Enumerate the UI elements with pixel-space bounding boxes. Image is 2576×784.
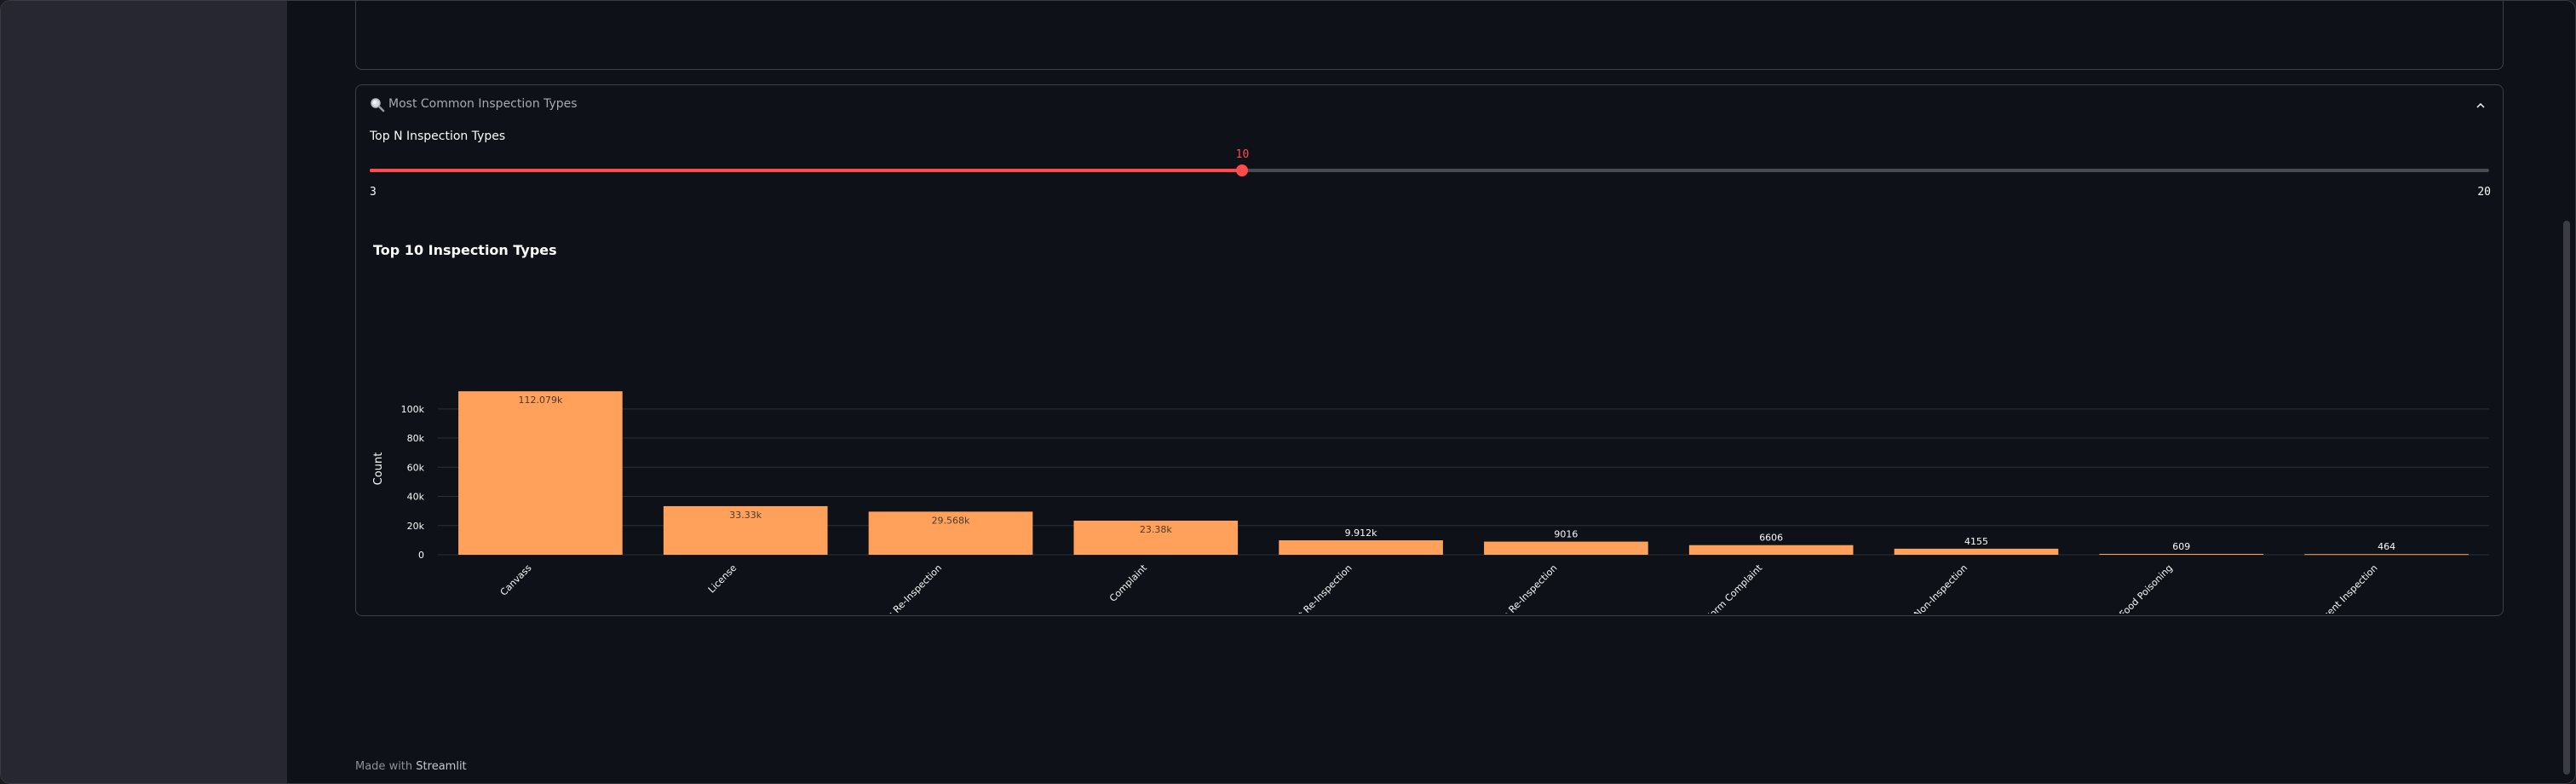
slider-handle[interactable] <box>1236 164 1249 176</box>
x-tick-label: Complaint <box>1107 562 1149 603</box>
footer-prefix: Made with <box>355 760 413 773</box>
bar-chart: 0 20k 40k 60k 80k 100k 112.079k Canvass 33.33k Li… <box>372 391 2489 614</box>
inspection-types-expander: Most Common Inspection Types Top N Inspe… <box>355 84 2504 616</box>
bar <box>1894 548 2059 555</box>
bar <box>2099 553 2264 555</box>
y-axis-title: Count <box>372 453 385 486</box>
bar-value-label: 464 <box>2378 541 2395 552</box>
bar-value-label: 609 <box>2172 541 2190 552</box>
slider-label: Top N Inspection Types <box>370 130 506 143</box>
slider-value: 10 <box>1235 148 1250 161</box>
x-tick-label: License Re-Inspection <box>1480 562 1560 614</box>
bar <box>2304 554 2469 556</box>
x-tick-label: Complaint Re-Inspection <box>1265 562 1354 614</box>
bar-value-label: 6606 <box>1759 533 1783 544</box>
expander-title: Most Common Inspection Types <box>388 97 578 111</box>
bar-value-label: 9.912k <box>1345 527 1377 539</box>
y-tick-label: 40k <box>407 492 425 503</box>
bar <box>458 391 623 555</box>
bar <box>1484 541 1648 555</box>
bar-value-label: 112.079k <box>518 395 562 406</box>
x-tick-label: Suspected Food Poisoning <box>2080 562 2175 614</box>
bar <box>1688 545 1854 555</box>
search-icon <box>371 98 385 112</box>
y-tick-label: 60k <box>407 462 425 473</box>
bar-value-label: 29.568k <box>932 515 970 526</box>
x-tick-label: Recent Inspection <box>2313 562 2380 614</box>
footer: Made with Streamlit <box>355 760 467 773</box>
previous-panel <box>355 1 2504 70</box>
bar-value-label: 33.33k <box>729 510 762 521</box>
bar-value-label: 4155 <box>1964 536 1988 547</box>
app-window: Most Common Inspection Types Top N Inspe… <box>0 0 2576 784</box>
sidebar <box>1 1 287 783</box>
slider-fill <box>370 169 1243 172</box>
bar-value-label: 23.38k <box>1140 524 1172 535</box>
slider-min-label: 3 <box>370 186 377 199</box>
y-tick-label: 100k <box>401 404 425 415</box>
y-tick-label: 20k <box>407 521 425 532</box>
x-tick-label: Canvass Re-Inspection <box>861 562 944 614</box>
bar-value-label: 9016 <box>1554 529 1578 540</box>
top-n-slider[interactable]: 10 <box>370 148 2489 176</box>
x-tick-label: License <box>706 562 739 596</box>
x-tick-label: Short Form Complaint <box>1684 562 1765 614</box>
y-tick-label: 80k <box>407 433 425 444</box>
streamlit-link[interactable]: Streamlit <box>416 760 466 773</box>
x-tick-label: Canvass <box>498 562 534 598</box>
x-tick-label: Non-Inspection <box>1912 562 1969 614</box>
slider-max-label: 20 <box>2477 186 2491 199</box>
bar <box>1279 540 1443 555</box>
expander-header[interactable]: Most Common Inspection Types <box>356 85 2503 126</box>
chevron-up-icon[interactable] <box>2474 99 2487 112</box>
scrollbar[interactable] <box>2563 221 2570 775</box>
main-content: Most Common Inspection Types Top N Inspe… <box>287 1 2575 783</box>
y-tick-label: 0 <box>418 550 424 561</box>
